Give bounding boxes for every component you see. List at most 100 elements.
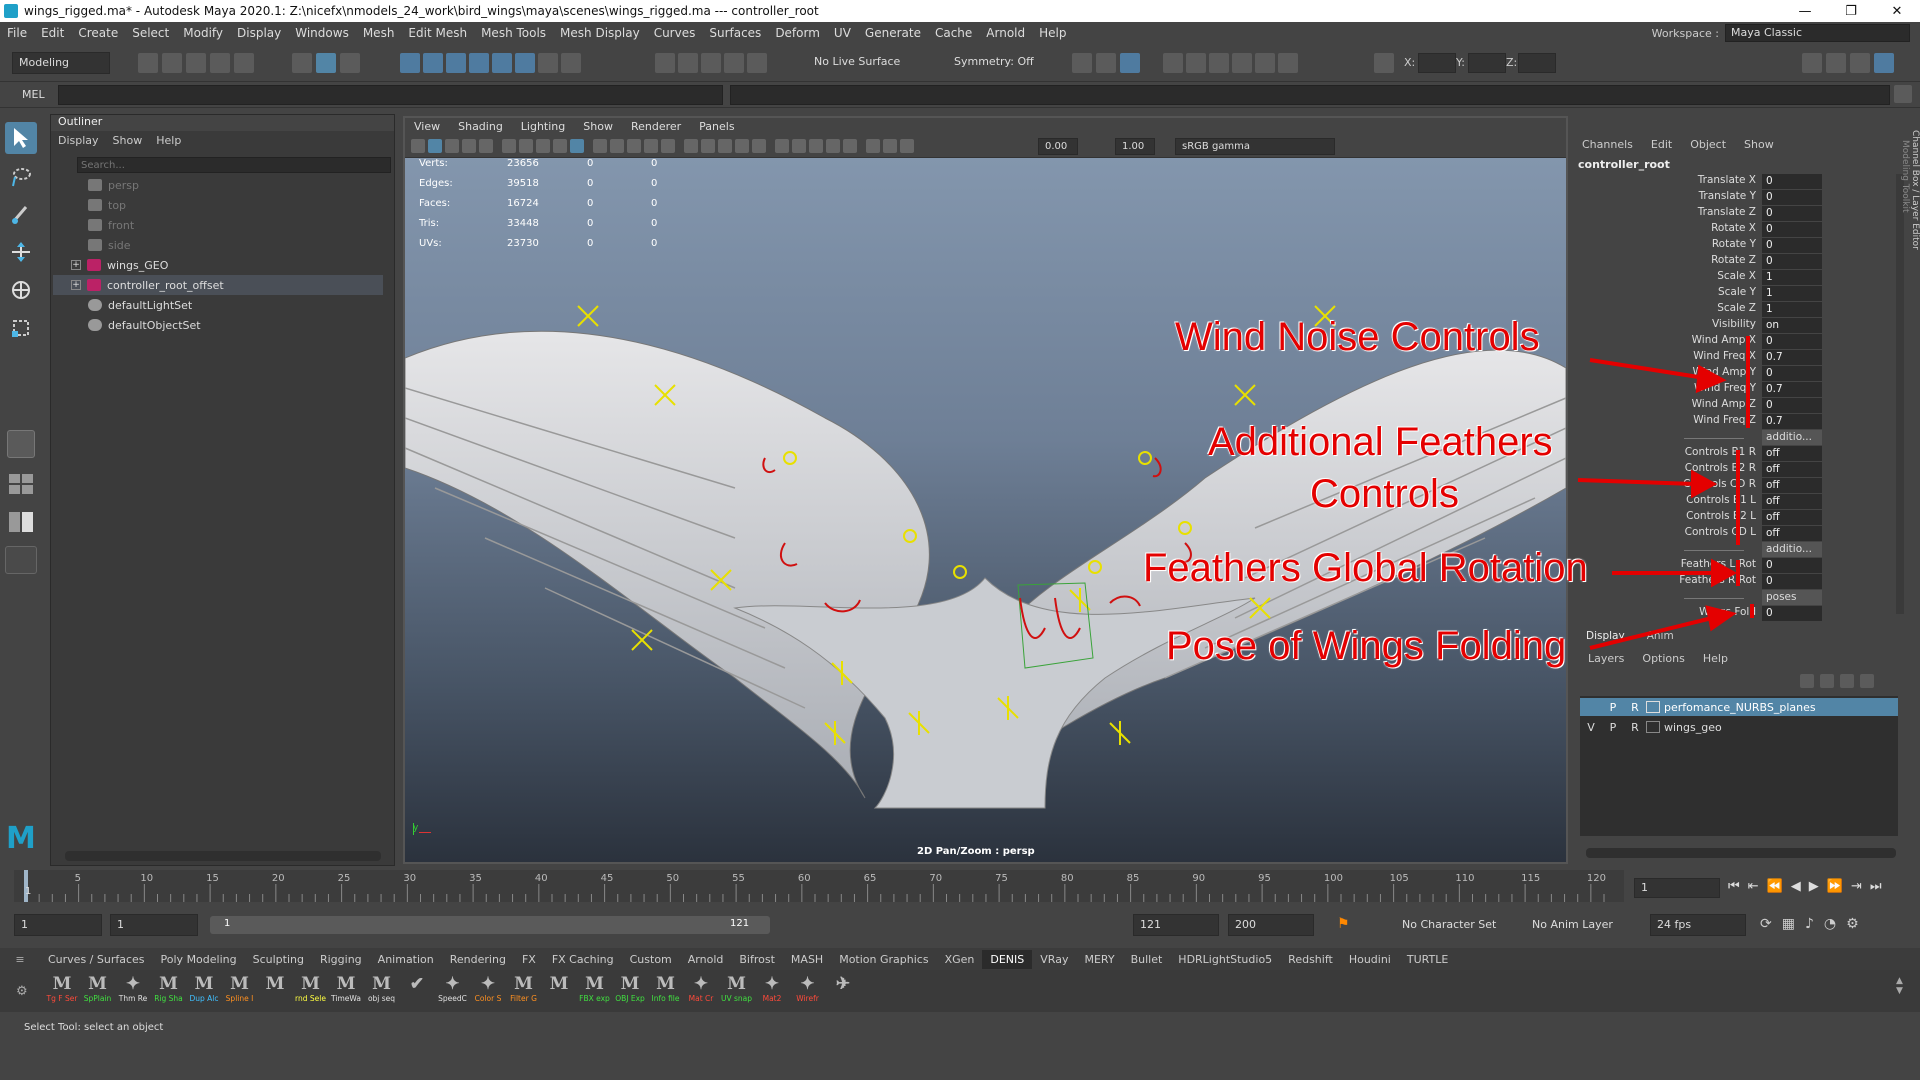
far-clip-field[interactable]: 1.00 (1115, 138, 1155, 155)
shadows-icon[interactable] (735, 139, 749, 153)
viewport-menu-view[interactable]: View (405, 118, 449, 136)
paint-select-tool-icon[interactable] (5, 198, 37, 230)
minimize-button[interactable]: — (1782, 4, 1828, 19)
ctrl-circle-6[interactable] (1138, 451, 1152, 465)
timeline-track[interactable] (14, 870, 1624, 902)
smooth-shade-icon[interactable] (661, 139, 675, 153)
channel-value[interactable]: 0 (1762, 606, 1822, 621)
shelf-tab-xgen[interactable]: XGen (937, 953, 983, 966)
attribute-editor-icon[interactable] (1826, 53, 1846, 73)
channel-value[interactable]: 0 (1762, 174, 1822, 189)
channel-row-controls-b1-l[interactable]: Controls B1 L off (1576, 494, 1896, 510)
channel-row-controls-b1-r[interactable]: Controls B1 R off (1576, 446, 1896, 462)
channel-name[interactable]: Wind Amp Y (1692, 366, 1756, 378)
script-editor-icon[interactable] (1894, 85, 1912, 103)
channel-row-controls-cd-l[interactable]: Controls CD L off (1576, 526, 1896, 542)
channel-name[interactable]: Scale Y (1718, 286, 1756, 298)
tab-display-layers[interactable]: Display (1586, 630, 1625, 642)
isolate-select-icon[interactable] (826, 139, 840, 153)
cb-menu-channels[interactable]: Channels (1582, 138, 1633, 151)
channel-value[interactable]: 0 (1762, 254, 1822, 269)
menu-select[interactable]: Select (125, 26, 176, 40)
sound-icon[interactable]: ♪ (1805, 916, 1814, 932)
channel-row-visibility[interactable]: Visibility on (1576, 318, 1896, 334)
channel-row-scale-z[interactable]: Scale Z 1 (1576, 302, 1896, 318)
outliner-item-top[interactable]: top (53, 195, 383, 215)
channel-name[interactable]: Controls CD L (1685, 526, 1756, 538)
channel-name[interactable]: Controls B2 R (1685, 462, 1756, 474)
channel-row-translate-y[interactable]: Translate Y 0 (1576, 190, 1896, 206)
channel-name[interactable]: Feathers R Rot (1679, 574, 1756, 586)
history-icon[interactable] (561, 53, 581, 73)
move-layer-down-icon[interactable] (1820, 674, 1834, 688)
layer-name[interactable]: wings_geo (1664, 721, 1722, 734)
screen-ambient-occlusion-icon[interactable] (752, 139, 766, 153)
shelf-tab-turtle[interactable]: TURTLE (1399, 953, 1456, 966)
channel-value[interactable]: additio... (1762, 542, 1822, 557)
grease-pencil-icon[interactable] (502, 139, 516, 153)
channel-row-wings-fold[interactable]: Wings Fold 0 (1576, 606, 1896, 622)
layer-name[interactable]: perfomance_NURBS_planes (1664, 701, 1816, 714)
auto-key-icon[interactable]: ⚑ (1337, 916, 1350, 932)
shelf-tab-vray[interactable]: VRay (1032, 953, 1076, 966)
gate-mask-icon[interactable] (570, 139, 584, 153)
menu-arnold[interactable]: Arnold (979, 26, 1032, 40)
channel-name[interactable]: Rotate X (1711, 222, 1756, 234)
ctrl-move-11[interactable] (1234, 384, 1256, 406)
channel-value[interactable]: off (1762, 510, 1822, 525)
menu-mesh-display[interactable]: Mesh Display (553, 26, 647, 40)
menu-surfaces[interactable]: Surfaces (702, 26, 768, 40)
render-view-icon[interactable] (1072, 53, 1092, 73)
time-slider[interactable]: 5 10 15 20 25 30 35 40 45 50 55 60 65 70 75 80 85 90 95 100… (0, 866, 1920, 906)
channel-value[interactable]: 0.7 (1762, 414, 1822, 429)
menu-generate[interactable]: Generate (858, 26, 928, 40)
viewport-menu-shading[interactable]: Shading (449, 118, 512, 136)
go-to-end-icon[interactable]: ⏭ (1870, 879, 1882, 894)
pause-icon[interactable] (1278, 53, 1298, 73)
range-slider[interactable]: 1 121 (210, 916, 770, 934)
channel-value[interactable]: 0 (1762, 238, 1822, 253)
current-frame-field[interactable]: 1 (1634, 878, 1720, 898)
menu-help[interactable]: Help (1032, 26, 1073, 40)
2d-pan-icon[interactable] (479, 139, 493, 153)
channel-value[interactable]: 0 (1762, 366, 1822, 381)
layers-menu-layers[interactable]: Layers (1588, 652, 1624, 665)
open-scene-icon[interactable] (162, 53, 182, 73)
channel-value[interactable]: off (1762, 494, 1822, 509)
move-tool-icon[interactable] (5, 236, 37, 268)
shelf-menu-icon[interactable]: ≡ (0, 953, 40, 966)
shelf-button-rig-sha[interactable]: M Rig Sha (153, 974, 185, 1008)
channel-row-wind-freq-x[interactable]: Wind Freq X 0.7 (1576, 350, 1896, 366)
safe-action-icon[interactable] (610, 139, 624, 153)
lasso-tool-icon[interactable] (5, 160, 37, 192)
shelf-scroll-arrows[interactable]: ▲ ▼ (1896, 976, 1903, 996)
safe-title-icon[interactable] (627, 139, 641, 153)
layer-reference-toggle[interactable]: R (1624, 701, 1646, 714)
arnold-render-icon[interactable] (1255, 53, 1275, 73)
light-editor-icon[interactable] (1232, 53, 1252, 73)
channel-box-icon[interactable] (1874, 53, 1894, 73)
expand-icon[interactable]: + (71, 260, 81, 270)
outliner-menu-display[interactable]: Display (58, 134, 99, 147)
layer-row-perfomance-nurbs-planes[interactable]: P R perfomance_NURBS_planes (1580, 698, 1898, 716)
last-tool-icon[interactable] (7, 430, 35, 458)
field-chart-icon[interactable] (593, 139, 607, 153)
tab-anim-layers[interactable]: Anim (1647, 630, 1674, 642)
play-backward-icon[interactable]: ◀ (1791, 879, 1801, 894)
left-wing[interactable] (405, 330, 930, 799)
outliner-menu-show[interactable]: Show (113, 134, 143, 147)
layers-menu-help[interactable]: Help (1703, 652, 1728, 665)
channel-value[interactable]: 0 (1762, 398, 1822, 413)
outliner-title[interactable]: Outliner (51, 115, 394, 131)
channel-value[interactable]: 0 (1762, 558, 1822, 573)
exposure-icon[interactable] (900, 139, 914, 153)
shelf-tab-fx[interactable]: FX (514, 953, 544, 966)
channel-row-wind-amp-y[interactable]: Wind Amp Y 0 (1576, 366, 1896, 382)
soft-select-icon[interactable] (724, 53, 744, 73)
channel-value[interactable]: on (1762, 318, 1822, 333)
layer-playback-toggle[interactable]: P (1602, 701, 1624, 714)
channel-value[interactable]: 0.7 (1762, 350, 1822, 365)
magnet-icon[interactable] (701, 53, 721, 73)
channel-row-controls-b2-l[interactable]: Controls B2 L off (1576, 510, 1896, 526)
film-gate-icon[interactable] (536, 139, 550, 153)
